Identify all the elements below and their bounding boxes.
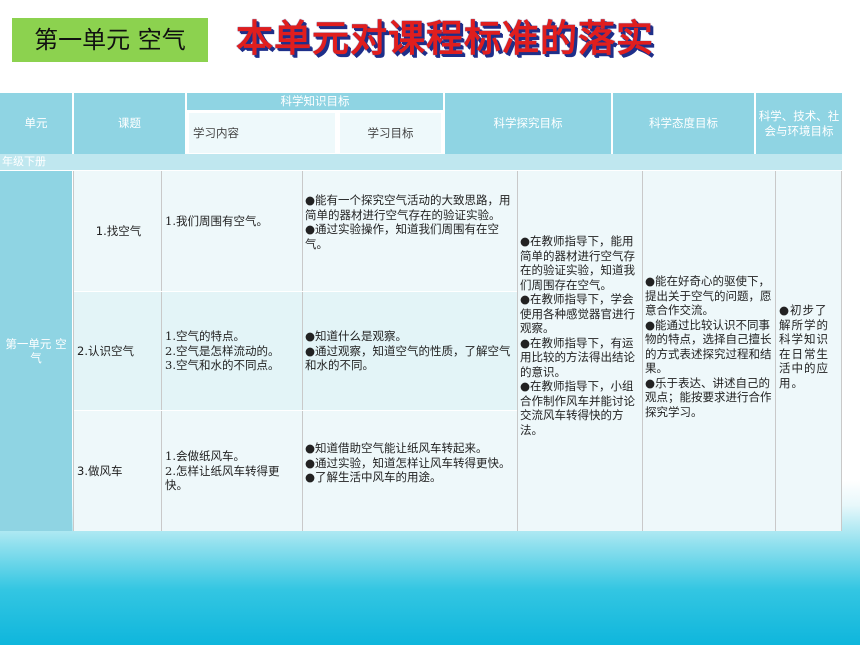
page-title: 本单元对课程标准的落实 — [236, 16, 654, 60]
lesson-cell: 1.找空气 — [95, 223, 142, 238]
learning-content-cell: 1.空气的特点。 2.空气是怎样流动的。 3.空气和水的不同点。 — [165, 329, 280, 372]
unit-name-cell: 第一单元 空气 — [0, 171, 72, 531]
learning-goal-cell: ●知道什么是观察。 ●通过观察，知道空气的性质，了解空气和水的不同。 — [305, 329, 511, 372]
grade-label: 年级下册 — [0, 154, 842, 170]
col-header-lesson: 课题 — [74, 93, 185, 154]
learning-content-cell: 1.会做纸风车。 2.怎样让纸风车转得更快。 — [165, 449, 280, 492]
lesson-cell: 3.做风车 — [77, 463, 123, 478]
sts-goal-cell: ●初步了解所学的科学知识在日常生活中的应用。 — [779, 303, 829, 390]
col-header-unit: 单元 — [0, 93, 72, 154]
learning-goal-cell: ●能有一个探究空气活动的大致思路，用简单的器材进行空气存在的验证实验。 ●通过实… — [305, 193, 511, 251]
learning-content-cell: 1.我们周围有空气。 — [165, 214, 268, 228]
col-header-sts: 科学、技术、社会与环境目标 — [756, 93, 842, 154]
col-header-knowledge: 科学知识目标 — [187, 93, 443, 110]
col-header-attitude: 科学态度目标 — [613, 93, 754, 154]
col-header-learning-goal: 学习目标 — [338, 111, 443, 155]
col-header-inquiry: 科学探究目标 — [445, 93, 611, 154]
inquiry-goal-cell: ●在教师指导下，能用简单的器材进行空气存在的验证实验，知道我们周围存在空气。 ●… — [520, 234, 635, 437]
learning-goal-cell: ●知道借助空气能让纸风车转起来。 ●通过实验，知道怎样让风车转得更快。 ●了解生… — [305, 441, 511, 484]
unit-badge: 第一单元 空气 — [12, 18, 208, 62]
attitude-goal-cell: ●能在好奇心的驱使下，提出关于空气的问题，愿意合作交流。 ●能通过比较认识不同事… — [645, 274, 772, 419]
lesson-cell: 2.认识空气 — [77, 343, 134, 358]
col-header-learning-content: 学习内容 — [187, 111, 337, 155]
